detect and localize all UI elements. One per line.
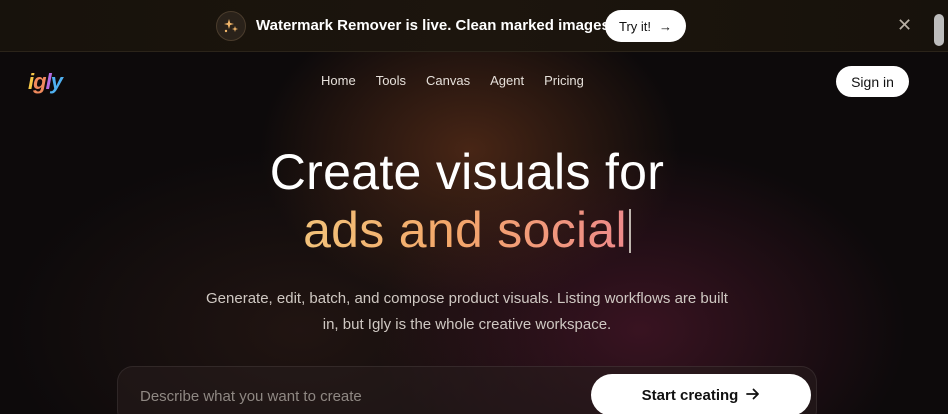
- nav-item-tools[interactable]: Tools: [376, 73, 406, 88]
- nav-item-pricing[interactable]: Pricing: [544, 73, 584, 88]
- hero-headline-line1: Create visuals for: [269, 144, 665, 200]
- logo-letter: g: [33, 69, 46, 94]
- close-icon[interactable]: ✕: [897, 15, 912, 36]
- sparkle-icon: [216, 11, 246, 41]
- brand-logo[interactable]: igly: [28, 69, 63, 95]
- arrow-right-icon: [746, 387, 760, 404]
- logo-letter: y: [50, 69, 63, 94]
- nav-item-home[interactable]: Home: [321, 73, 356, 88]
- hero-subtitle: Generate, edit, batch, and compose produ…: [206, 290, 728, 333]
- nav-item-agent[interactable]: Agent: [490, 73, 524, 88]
- hero-headline-line2: ads and social: [0, 201, 934, 259]
- scrollbar-thumb[interactable]: [934, 14, 944, 46]
- nav-item-canvas[interactable]: Canvas: [426, 73, 470, 88]
- start-creating-label: Start creating: [641, 386, 739, 404]
- arrow-right-icon: →: [659, 18, 673, 34]
- announcement-bar: Watermark Remover is live. Clean marked …: [0, 0, 948, 52]
- start-creating-button[interactable]: Start creating: [591, 374, 811, 414]
- typing-caret: [628, 209, 631, 253]
- announcement-text: Watermark Remover is live. Clean marked …: [256, 17, 645, 34]
- hero-headline-accent: ads and social: [303, 202, 627, 258]
- main-nav: Home Tools Canvas Agent Pricing: [321, 73, 584, 88]
- try-it-button[interactable]: Try it! →: [605, 10, 687, 42]
- try-it-label: Try it!: [619, 18, 652, 34]
- prompt-input[interactable]: [140, 385, 580, 407]
- prompt-box: Start creating: [117, 366, 817, 414]
- sign-in-button[interactable]: Sign in: [836, 66, 909, 97]
